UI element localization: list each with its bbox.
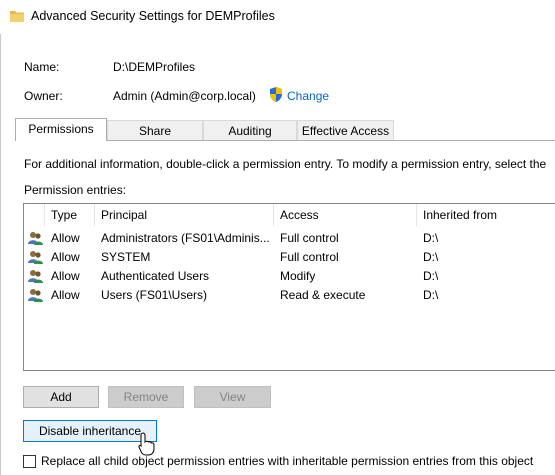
permissions-info-text: For additional information, double-click…	[24, 157, 547, 171]
replace-child-permissions-label[interactable]: Replace all child object permission entr…	[41, 454, 533, 468]
uac-shield-icon	[270, 87, 282, 102]
table-row[interactable]: Allow SYSTEM Full control D:\	[24, 248, 555, 267]
owner-label: Owner:	[24, 89, 63, 103]
replace-child-permissions-checkbox[interactable]	[23, 455, 36, 468]
row-principal: SYSTEM	[101, 250, 151, 264]
row-inherited: D:\	[423, 231, 439, 245]
column-header-icon[interactable]	[24, 204, 45, 226]
users-icon	[28, 289, 43, 302]
users-icon	[28, 270, 43, 283]
row-inherited: D:\	[423, 288, 439, 302]
window-title: Advanced Security Settings for DEMProfil…	[31, 9, 275, 23]
row-access: Full control	[280, 231, 339, 245]
permission-entries-label: Permission entries:	[24, 183, 127, 197]
row-type: Allow	[51, 269, 80, 283]
tab-share[interactable]: Share	[107, 120, 203, 141]
tab-permissions[interactable]: Permissions	[15, 118, 107, 141]
remove-button[interactable]: Remove	[108, 386, 184, 408]
users-icon	[28, 251, 43, 264]
row-principal: Authenticated Users	[101, 269, 210, 283]
row-access: Full control	[280, 250, 339, 264]
users-icon	[28, 232, 43, 245]
hand-cursor-icon	[138, 432, 155, 456]
row-type: Allow	[51, 288, 80, 302]
row-access: Modify	[280, 269, 316, 283]
tab-auditing[interactable]: Auditing	[203, 120, 297, 141]
column-header-access[interactable]: Access	[274, 204, 417, 226]
row-principal: Administrators (FS01\Adminis...	[101, 231, 270, 245]
name-label: Name:	[24, 60, 60, 74]
table-row[interactable]: Allow Administrators (FS01\Adminis... Fu…	[24, 229, 555, 248]
change-owner-link[interactable]: Change	[287, 89, 329, 103]
table-row[interactable]: Allow Authenticated Users Modify D:\	[24, 267, 555, 286]
column-header-type[interactable]: Type	[45, 204, 95, 226]
permission-entries-list[interactable]: Type Principal Access Inherited from All…	[23, 203, 555, 371]
title-bar[interactable]: Advanced Security Settings for DEMProfil…	[0, 0, 555, 34]
column-header-principal[interactable]: Principal	[95, 204, 274, 226]
disable-inheritance-button[interactable]: Disable inheritance	[23, 420, 157, 442]
owner-value: Admin (Admin@corp.local)	[113, 89, 256, 103]
row-access: Read & execute	[280, 288, 366, 302]
name-value: D:\DEMProfiles	[113, 60, 196, 74]
row-inherited: D:\	[423, 269, 439, 283]
row-principal: Users (FS01\Users)	[101, 288, 208, 302]
row-inherited: D:\	[423, 250, 439, 264]
column-header-inherited[interactable]: Inherited from	[417, 204, 555, 226]
tab-effective-access[interactable]: Effective Access	[297, 120, 394, 141]
folder-icon	[10, 11, 24, 22]
row-type: Allow	[51, 250, 80, 264]
table-row[interactable]: Allow Users (FS01\Users) Read & execute …	[24, 286, 555, 305]
add-button[interactable]: Add	[23, 386, 99, 408]
view-button[interactable]: View	[194, 386, 271, 408]
row-type: Allow	[51, 231, 80, 245]
